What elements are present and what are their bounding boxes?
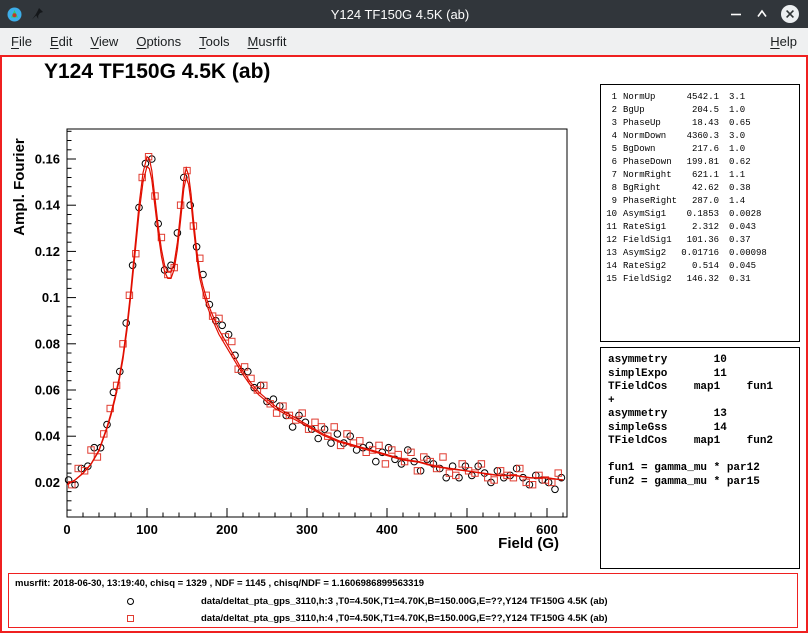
menu-options[interactable]: Options xyxy=(127,30,190,53)
param-row: 13AsymSig20.017160.00098 xyxy=(601,247,799,260)
x-axis: 0100200300400500600Field (G) xyxy=(63,508,563,552)
theory-line: + xyxy=(608,395,799,409)
theory-line: asymmetry 13 xyxy=(608,408,799,422)
fit-stats: musrfit: 2018-06-30, 13:19:40, chisq = 1… xyxy=(15,578,424,589)
info-box[interactable]: musrfit: 2018-06-30, 13:19:40, chisq = 1… xyxy=(8,573,798,628)
menu-tools[interactable]: Tools xyxy=(190,30,238,53)
svg-text:0.04: 0.04 xyxy=(35,429,61,444)
titlebar[interactable]: Y124 TF150G 4.5K (ab) xyxy=(0,0,808,28)
svg-text:100: 100 xyxy=(136,522,158,537)
menu-edit[interactable]: Edit xyxy=(41,30,81,53)
theory-line: TFieldCos map1 fun2 xyxy=(608,435,799,449)
svg-text:0.02: 0.02 xyxy=(35,475,60,490)
theory-line: simplExpo 11 xyxy=(608,368,799,382)
svg-text:0.16: 0.16 xyxy=(35,152,60,167)
pin-icon[interactable] xyxy=(30,7,44,21)
titlebar-icons xyxy=(0,7,78,22)
legend-row: data/deltat_pta_gps_3110,h:4 ,T0=4.50K,T… xyxy=(9,610,797,627)
param-row: 6PhaseDown199.810.62 xyxy=(601,156,799,169)
legend-label: data/deltat_pta_gps_3110,h:3 ,T0=4.50K,T… xyxy=(201,596,608,607)
param-row: 2BgUp204.51.0 xyxy=(601,104,799,117)
param-row: 5BgDown217.61.0 xyxy=(601,143,799,156)
param-row: 4NormDown4360.33.0 xyxy=(601,130,799,143)
theory-line: fun2 = gamma_mu * par15 xyxy=(608,476,799,490)
param-row: 8BgRight42.620.38 xyxy=(601,182,799,195)
theory-line: simpleGss 14 xyxy=(608,422,799,436)
param-row: 14RateSig20.5140.045 xyxy=(601,260,799,273)
svg-text:0.1: 0.1 xyxy=(42,290,60,305)
parameter-rows: 1NormUp4542.13.12BgUp204.51.03PhaseUp18.… xyxy=(601,91,799,286)
svg-text:500: 500 xyxy=(456,522,478,537)
legend-marker-square xyxy=(127,615,134,622)
menubar: FileEditViewOptionsToolsMusrfit Help xyxy=(0,28,808,55)
param-row: 7NormRight621.11.1 xyxy=(601,169,799,182)
menu-view[interactable]: View xyxy=(81,30,127,53)
theory-line: TFieldCos map1 fun1 xyxy=(608,381,799,395)
musrview-window: Y124 TF150G 4.5K (ab) FileEditViewOption… xyxy=(0,0,808,633)
svg-text:400: 400 xyxy=(376,522,398,537)
window-title: Y124 TF150G 4.5K (ab) xyxy=(78,7,722,22)
menu-help[interactable]: Help xyxy=(761,30,806,53)
param-row: 15FieldSig2146.320.31 xyxy=(601,273,799,286)
theory-lines: asymmetry 10simplExpo 11TFieldCos map1 f… xyxy=(608,354,799,489)
legend: data/deltat_pta_gps_3110,h:3 ,T0=4.50K,T… xyxy=(9,593,797,627)
menubar-right: Help xyxy=(761,30,806,53)
root-canvas[interactable]: Y124 TF150G 4.5K (ab) 010020030040050060… xyxy=(0,55,808,633)
y-axis: 0.02 0.04 0.06 0.08 0.1 0.12 0.14 0.16 Ampl. Fou… xyxy=(11,131,76,510)
param-row: 9PhaseRight287.01.4 xyxy=(601,195,799,208)
param-row: 3PhaseUp18.430.65 xyxy=(601,117,799,130)
maximize-button[interactable] xyxy=(754,6,770,22)
menu-musrfit[interactable]: Musrfit xyxy=(239,30,296,53)
param-row: 11RateSig12.3120.043 xyxy=(601,221,799,234)
parameter-box[interactable]: 1NormUp4542.13.12BgUp204.51.03PhaseUp18.… xyxy=(600,84,800,342)
svg-text:300: 300 xyxy=(296,522,318,537)
close-button[interactable] xyxy=(780,4,800,24)
svg-text:Ampl. Fourier: Ampl. Fourier xyxy=(11,138,28,236)
param-row: 10AsymSig10.18530.0028 xyxy=(601,208,799,221)
window-controls xyxy=(722,4,808,24)
svg-text:0.14: 0.14 xyxy=(35,198,61,213)
svg-text:0.08: 0.08 xyxy=(35,336,60,351)
svg-text:0: 0 xyxy=(63,522,70,537)
menu-file[interactable]: File xyxy=(2,30,41,53)
param-row: 1NormUp4542.13.1 xyxy=(601,91,799,104)
svg-text:200: 200 xyxy=(216,522,238,537)
legend-marker-circle xyxy=(127,598,134,605)
legend-row: data/deltat_pta_gps_3110,h:3 ,T0=4.50K,T… xyxy=(9,593,797,610)
svg-text:Field (G): Field (G) xyxy=(498,535,559,552)
svg-text:0.06: 0.06 xyxy=(35,383,60,398)
theory-line: fun1 = gamma_mu * par12 xyxy=(608,462,799,476)
svg-text:0.12: 0.12 xyxy=(35,244,60,259)
param-row: 12FieldSig1101.360.37 xyxy=(601,234,799,247)
menubar-left: FileEditViewOptionsToolsMusrfit xyxy=(2,30,296,53)
theory-box[interactable]: asymmetry 10simplExpo 11TFieldCos map1 f… xyxy=(600,347,800,569)
legend-label: data/deltat_pta_gps_3110,h:4 ,T0=4.50K,T… xyxy=(201,613,608,624)
theory-line xyxy=(608,449,799,463)
minimize-button[interactable] xyxy=(728,6,744,22)
app-icon xyxy=(7,7,22,22)
theory-line: asymmetry 10 xyxy=(608,354,799,368)
fourier-plot[interactable]: 0100200300400500600Field (G)0.020.040.06… xyxy=(2,57,602,569)
